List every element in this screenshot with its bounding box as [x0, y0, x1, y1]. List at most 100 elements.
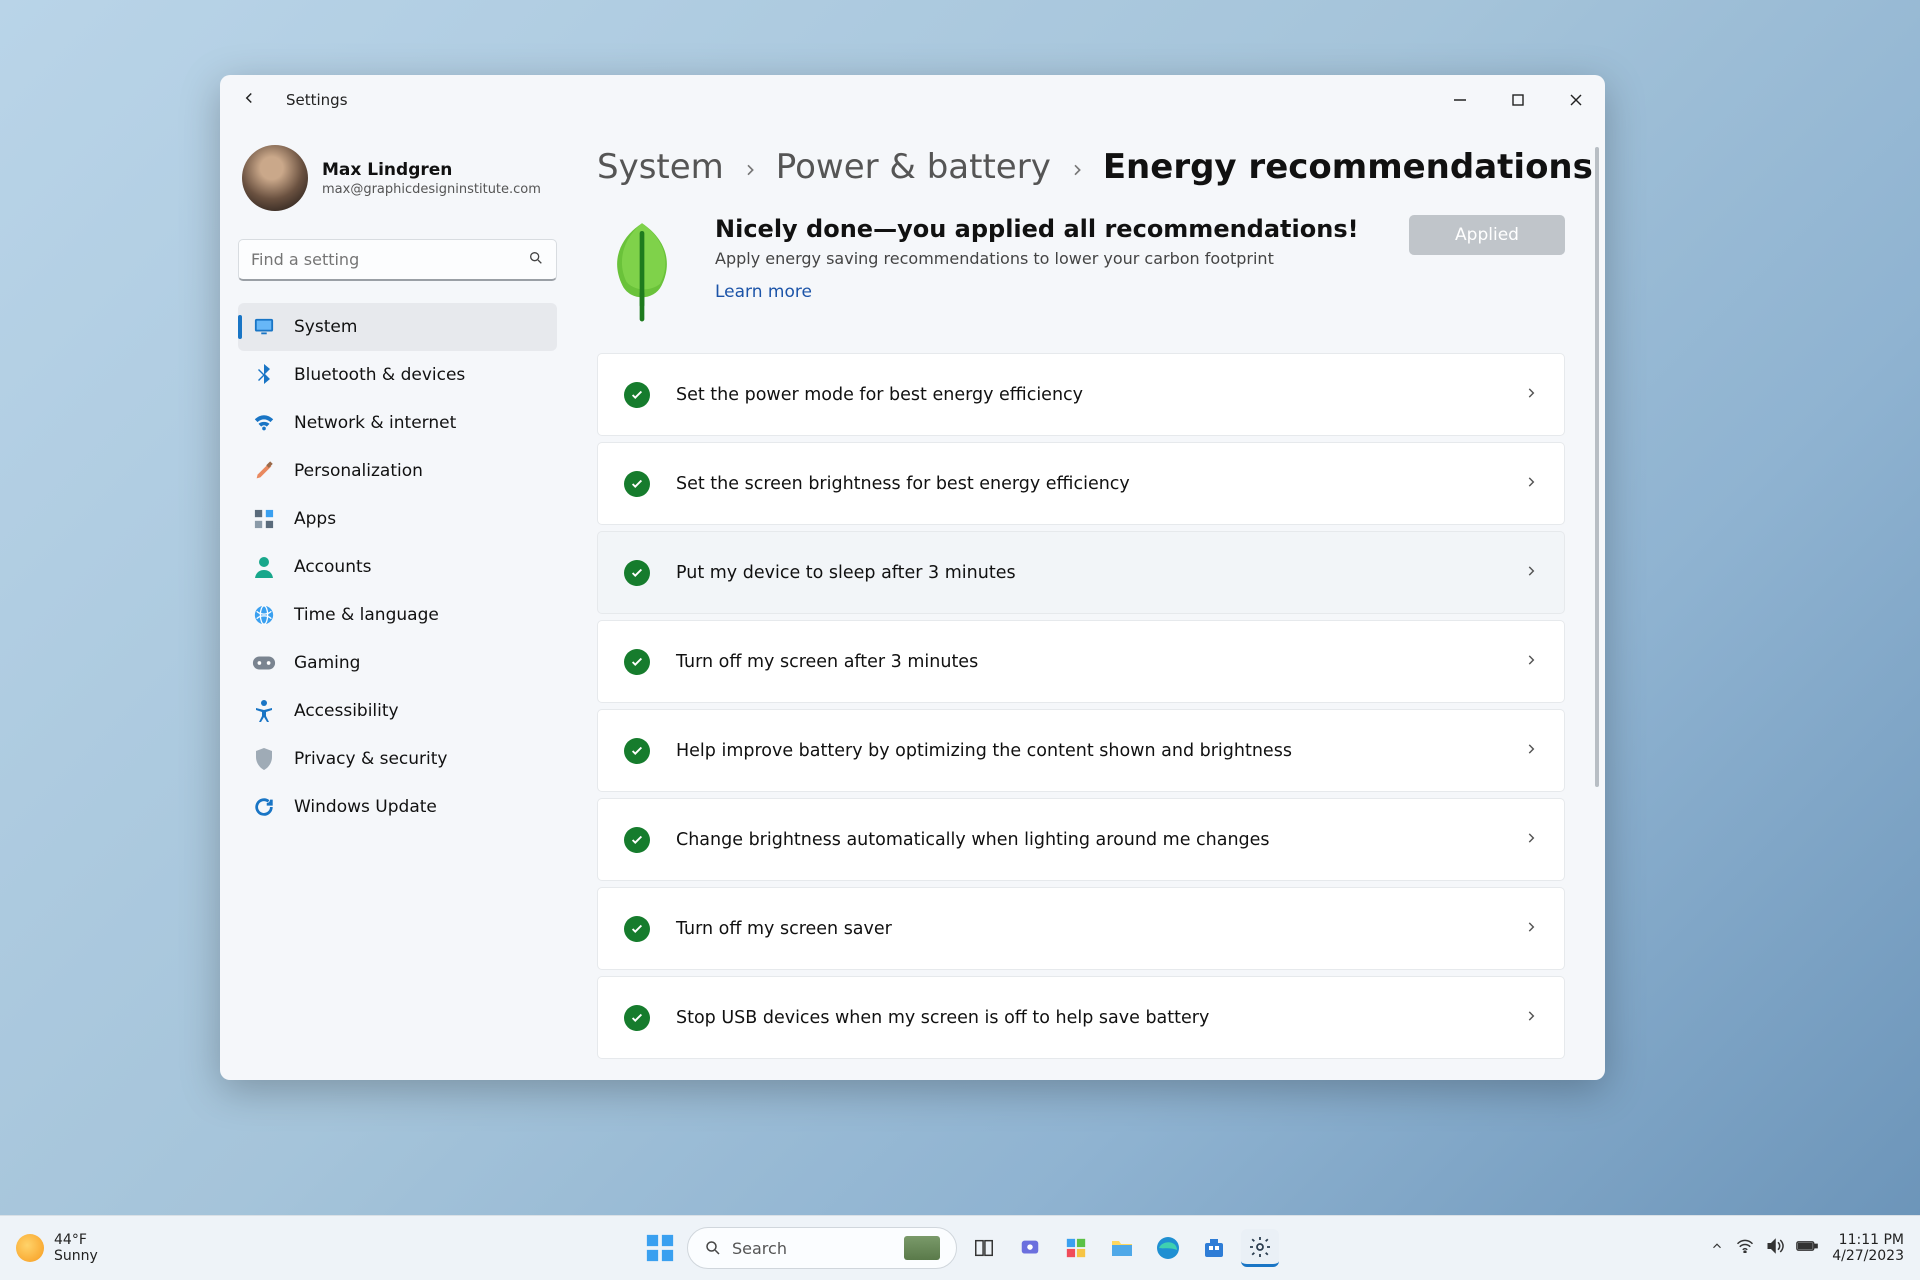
minimize-button[interactable] [1431, 75, 1489, 125]
recommendation-row[interactable]: Set the power mode for best energy effic… [597, 353, 1565, 436]
sidebar-item-time-language[interactable]: Time & language [238, 591, 557, 639]
check-icon [624, 560, 650, 586]
sidebar-item-gaming[interactable]: Gaming [238, 639, 557, 687]
recommendation-label: Turn off my screen saver [676, 919, 1524, 939]
recommendation-row[interactable]: Change brightness automatically when lig… [597, 798, 1565, 881]
search-icon [528, 250, 544, 270]
breadcrumb-item[interactable]: System [597, 147, 724, 187]
shield-icon [252, 747, 276, 771]
chevron-right-icon [1524, 473, 1538, 494]
back-button[interactable] [240, 89, 264, 112]
chevron-right-icon [1524, 384, 1538, 405]
hero-subtitle: Apply energy saving recommendations to l… [715, 249, 1409, 268]
weather-temp: 44°F [54, 1232, 98, 1248]
wifi-icon [252, 411, 276, 435]
search-doodle [904, 1236, 940, 1260]
recommendation-row[interactable]: Turn off my screen saver [597, 887, 1565, 970]
sidebar-item-system[interactable]: System [238, 303, 557, 351]
sidebar-item-network-internet[interactable]: Network & internet [238, 399, 557, 447]
check-icon [624, 738, 650, 764]
tray-volume-icon[interactable] [1766, 1238, 1784, 1258]
explorer-icon[interactable] [1103, 1229, 1141, 1267]
scrollbar[interactable] [1595, 147, 1599, 787]
tray-wifi-icon[interactable] [1736, 1239, 1754, 1257]
leaf-icon [597, 215, 687, 325]
hero: Nicely done—you applied all recommendati… [597, 215, 1605, 325]
recommendation-label: Set the screen brightness for best energ… [676, 474, 1524, 494]
person-icon [252, 555, 276, 579]
close-button[interactable] [1547, 75, 1605, 125]
tray-battery-icon[interactable] [1796, 1239, 1818, 1257]
hero-title: Nicely done—you applied all recommendati… [715, 215, 1409, 243]
recommendation-label: Turn off my screen after 3 minutes [676, 652, 1524, 672]
bluetooth-icon [252, 363, 276, 387]
main-content: System Power & battery Energy recommendati… [575, 125, 1605, 1080]
settings-window: Settings Max Lindgren max@graphicdesigni… [220, 75, 1605, 1080]
recommendation-label: Stop USB devices when my screen is off t… [676, 1008, 1524, 1028]
store-icon[interactable] [1195, 1229, 1233, 1267]
clock[interactable]: 11:11 PM 4/27/2023 [1832, 1232, 1904, 1264]
breadcrumb-item[interactable]: Power & battery [776, 147, 1051, 187]
titlebar: Settings [220, 75, 1605, 125]
taskbar-search[interactable]: Search [687, 1227, 957, 1269]
weather-desc: Sunny [54, 1248, 98, 1264]
tray-chevron-icon[interactable] [1710, 1239, 1724, 1257]
recommendation-row[interactable]: Help improve battery by optimizing the c… [597, 709, 1565, 792]
chevron-right-icon [1524, 651, 1538, 672]
sidebar-item-label: Network & internet [294, 413, 456, 433]
search-icon [704, 1239, 722, 1257]
recommendation-row[interactable]: Stop USB devices when my screen is off t… [597, 976, 1565, 1059]
chevron-right-icon [1524, 918, 1538, 939]
sidebar-item-privacy-security[interactable]: Privacy & security [238, 735, 557, 783]
settings-icon[interactable] [1241, 1229, 1279, 1267]
applied-button: Applied [1409, 215, 1565, 255]
maximize-button[interactable] [1489, 75, 1547, 125]
sidebar-item-label: System [294, 317, 357, 337]
recommendations-list: Set the power mode for best energy effic… [597, 353, 1605, 1059]
task-view-icon[interactable] [965, 1229, 1003, 1267]
breadcrumb-item: Energy recommendations [1103, 147, 1593, 187]
recommendation-label: Put my device to sleep after 3 minutes [676, 563, 1524, 583]
edge-icon[interactable] [1149, 1229, 1187, 1267]
sidebar-item-bluetooth-devices[interactable]: Bluetooth & devices [238, 351, 557, 399]
sidebar-item-windows-update[interactable]: Windows Update [238, 783, 557, 831]
clock-date: 4/27/2023 [1832, 1248, 1904, 1264]
profile-email: max@graphicdesigninstitute.com [322, 182, 541, 197]
profile-name: Max Lindgren [322, 160, 541, 180]
sidebar-item-label: Privacy & security [294, 749, 448, 769]
chat-icon[interactable] [1011, 1229, 1049, 1267]
weather-widget[interactable]: 44°F Sunny [16, 1232, 98, 1264]
chevron-right-icon [1524, 562, 1538, 583]
recommendation-label: Set the power mode for best energy effic… [676, 385, 1524, 405]
recommendation-label: Help improve battery by optimizing the c… [676, 741, 1524, 761]
sidebar-item-apps[interactable]: Apps [238, 495, 557, 543]
update-icon [252, 795, 276, 819]
sidebar-item-accounts[interactable]: Accounts [238, 543, 557, 591]
profile-block[interactable]: Max Lindgren max@graphicdesigninstitute.… [242, 145, 549, 211]
recommendation-row[interactable]: Put my device to sleep after 3 minutes [597, 531, 1565, 614]
check-icon [624, 1005, 650, 1031]
check-icon [624, 471, 650, 497]
search-settings[interactable] [238, 239, 557, 281]
apps-icon [252, 507, 276, 531]
sidebar-item-label: Gaming [294, 653, 360, 673]
chevron-right-icon [742, 156, 758, 184]
chevron-right-icon [1524, 740, 1538, 761]
sidebar-item-label: Bluetooth & devices [294, 365, 465, 385]
weather-icon [16, 1234, 44, 1262]
sidebar-item-label: Apps [294, 509, 336, 529]
check-icon [624, 827, 650, 853]
avatar [242, 145, 308, 211]
learn-more-link[interactable]: Learn more [715, 282, 812, 302]
search-input[interactable] [251, 250, 528, 269]
clock-time: 11:11 PM [1832, 1232, 1904, 1248]
start-button[interactable] [641, 1229, 679, 1267]
recommendation-row[interactable]: Turn off my screen after 3 minutes [597, 620, 1565, 703]
sidebar-item-personalization[interactable]: Personalization [238, 447, 557, 495]
sidebar-item-accessibility[interactable]: Accessibility [238, 687, 557, 735]
widgets-icon[interactable] [1057, 1229, 1095, 1267]
brush-icon [252, 459, 276, 483]
recommendation-row[interactable]: Set the screen brightness for best energ… [597, 442, 1565, 525]
monitor-icon [252, 315, 276, 339]
globe-icon [252, 603, 276, 627]
